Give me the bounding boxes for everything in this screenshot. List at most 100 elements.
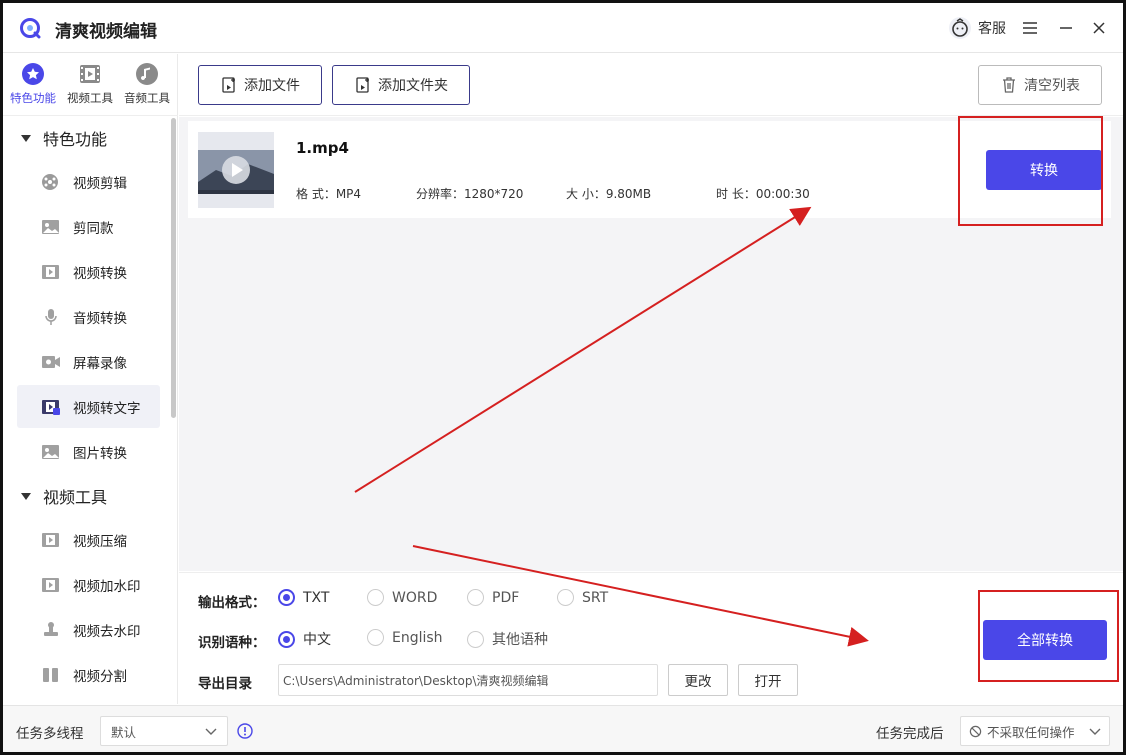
after-task-select[interactable]: 不采取任何操作 <box>960 716 1110 746</box>
format-radio-pdf[interactable]: PDF <box>467 589 519 606</box>
video-edit-icon <box>42 173 58 190</box>
sidebar-item-label: 视频分割 <box>73 668 127 685</box>
hamburger-menu-icon <box>1023 22 1037 34</box>
lang-radio-chinese[interactable]: 中文 <box>278 629 331 649</box>
sidebar-item-video-edit[interactable]: 视频剪辑 <box>17 160 160 203</box>
sidebar-item-label: 图片转换 <box>73 445 127 462</box>
image-convert-icon <box>42 444 59 459</box>
output-format-label: 输出格式： <box>198 595 266 611</box>
thumbnail-image <box>198 132 274 208</box>
section-video-tools[interactable]: 视频工具 <box>3 476 163 516</box>
info-icon[interactable] <box>237 723 253 739</box>
screen-record-icon <box>42 355 60 368</box>
radio-label: 中文 <box>303 632 331 648</box>
lang-radio-other[interactable]: 其他语种 <box>467 629 548 649</box>
radio-selected-icon <box>278 630 295 648</box>
nav-featured[interactable]: 特色功能 <box>5 62 61 112</box>
support-button[interactable]: 客服 <box>948 15 1006 41</box>
robot-support-icon <box>949 17 971 39</box>
nav-video-tools-label: 视频工具 <box>67 91 113 105</box>
video-convert-icon <box>42 264 59 279</box>
video-thumbnail[interactable] <box>198 132 274 208</box>
top-nav: 特色功能 视频工具 音频工具 <box>3 54 178 116</box>
change-label: 更改 <box>684 674 712 690</box>
radio-icon <box>467 630 484 648</box>
add-file-button[interactable]: 添加文件 <box>198 65 322 105</box>
sidebar-item-video-convert[interactable]: 视频转换 <box>17 250 160 293</box>
language-label: 识别语种： <box>198 635 266 651</box>
radio-label: PDF <box>492 589 520 606</box>
status-bar: 任务多线程 默认 任务完成后 不采取任何操作 <box>3 705 1123 752</box>
format-radio-word[interactable]: WORD <box>367 589 437 606</box>
sidebar-item-video-compress[interactable]: 视频压缩 <box>17 518 160 561</box>
nav-audio-tools-label: 音频工具 <box>124 91 170 105</box>
nav-audio-tools[interactable]: 音频工具 <box>119 62 175 112</box>
add-folder-label: 添加文件夹 <box>378 78 448 94</box>
image-template-icon <box>42 219 59 234</box>
annotation-box-convert-all <box>978 590 1119 682</box>
clear-list-button[interactable]: 清空列表 <box>978 65 1102 105</box>
sidebar-item-video-watermark[interactable]: 视频加水印 <box>17 563 160 606</box>
microphone-icon <box>45 308 57 325</box>
prohibit-icon <box>969 725 982 737</box>
toolbar: 添加文件 添加文件夹 清空列表 <box>179 54 1123 116</box>
nav-video-tools[interactable]: 视频工具 <box>62 62 118 112</box>
film-icon <box>80 65 100 83</box>
format-radio-srt[interactable]: SRT <box>557 589 608 606</box>
radio-label: English <box>392 629 443 646</box>
sidebar-item-audio-convert[interactable]: 音频转换 <box>17 295 160 338</box>
video-to-text-icon <box>42 399 60 415</box>
open-dir-button[interactable]: 打开 <box>738 664 798 696</box>
radio-icon <box>557 589 574 606</box>
split-icon <box>43 667 58 682</box>
sidebar-item-label: 视频转换 <box>73 265 127 282</box>
export-path-field[interactable]: C:\Users\Administrator\Desktop\清爽视频编辑 <box>278 664 658 696</box>
title-bar: 清爽视频编辑 客服 <box>3 3 1123 53</box>
caret-down-icon <box>21 134 31 142</box>
minimize-button[interactable] <box>1058 15 1074 41</box>
menu-button[interactable] <box>1021 15 1039 41</box>
after-task-label: 任务完成后 <box>876 726 944 742</box>
threads-select[interactable]: 默认 <box>100 716 228 746</box>
sidebar-scrollbar[interactable] <box>171 118 176 418</box>
sidebar-item-label: 音频转换 <box>73 310 127 327</box>
sidebar-item-video-to-text[interactable]: 视频转文字 <box>17 385 160 428</box>
sidebar-item-label: 剪同款 <box>73 220 114 237</box>
radio-selected-icon <box>278 589 295 606</box>
app-window: 清爽视频编辑 客服 特色功能 视频工具 音频工具 特色功能 视频剪辑 剪同款 视… <box>0 0 1126 755</box>
close-button[interactable] <box>1091 15 1107 41</box>
export-path-value: C:\Users\Administrator\Desktop\清爽视频编辑 <box>283 673 549 688</box>
radio-icon <box>367 629 384 646</box>
close-icon <box>1093 22 1105 34</box>
section-featured[interactable]: 特色功能 <box>3 118 163 158</box>
radio-label: WORD <box>392 589 438 606</box>
music-note-icon <box>136 63 158 85</box>
radio-label: 其他语种 <box>492 632 548 648</box>
sidebar-item-same-style[interactable]: 剪同款 <box>17 205 160 248</box>
sidebar-item-video-split[interactable]: 视频分割 <box>17 653 160 696</box>
app-title: 清爽视频编辑 <box>55 22 157 42</box>
format-radio-txt[interactable]: TXT <box>278 589 329 606</box>
sidebar-item-remove-watermark[interactable]: 视频去水印 <box>17 608 160 651</box>
clear-list-label: 清空列表 <box>1024 78 1080 94</box>
file-size: 大 小：9.80MB <box>566 187 652 201</box>
star-icon <box>22 63 44 85</box>
sidebar-item-label: 视频剪辑 <box>73 175 127 192</box>
minimize-icon <box>1060 27 1072 29</box>
file-name: 1.mp4 <box>296 139 349 157</box>
sidebar-item-screen-record[interactable]: 屏幕录像 <box>17 340 160 383</box>
open-label: 打开 <box>754 674 782 690</box>
change-dir-button[interactable]: 更改 <box>668 664 728 696</box>
sidebar-item-image-convert[interactable]: 图片转换 <box>17 430 160 473</box>
section-video-tools-label: 视频工具 <box>43 488 108 507</box>
add-folder-button[interactable]: 添加文件夹 <box>332 65 470 105</box>
add-folder-icon <box>356 77 369 93</box>
lang-radio-english[interactable]: English <box>367 629 443 646</box>
app-logo-icon <box>20 18 41 39</box>
threads-value: 默认 <box>111 724 137 740</box>
radio-icon <box>467 589 484 606</box>
video-watermark-icon <box>42 577 59 592</box>
stamp-icon <box>44 621 58 636</box>
radio-icon <box>367 589 384 606</box>
file-format: 格 式：MP4 <box>296 187 362 201</box>
